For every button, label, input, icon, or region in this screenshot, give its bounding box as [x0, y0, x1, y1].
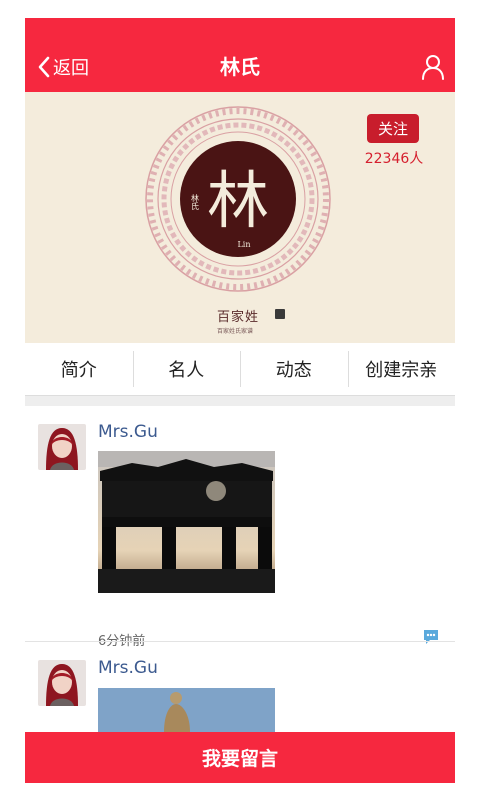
tab-celebrities[interactable]: 名人	[132, 343, 241, 395]
nav-bar: 返回 林氏	[25, 18, 455, 92]
brand-subtitle: 百家姓氏家谱	[217, 328, 254, 335]
feed-post: Mrs.Gu	[25, 406, 455, 649]
feed-post: Mrs.Gu	[25, 642, 455, 732]
app-screen: 返回 林氏 林 林氏 Lin 百家姓 百家姓氏家谱 关注 22346人 简介 名…	[25, 18, 455, 783]
brand-seal-stamp	[275, 309, 285, 319]
user-profile-button[interactable]	[421, 54, 445, 80]
tab-updates[interactable]: 动态	[240, 343, 348, 395]
follower-count: 22346人	[364, 151, 424, 167]
svg-text:林: 林	[207, 164, 269, 237]
clan-banner: 林 林氏 Lin 百家姓 百家姓氏家谱 关注 22346人	[25, 92, 455, 343]
post-photo[interactable]	[98, 451, 275, 593]
user-icon	[422, 55, 444, 80]
leave-message-button[interactable]: 我要留言	[25, 732, 455, 783]
post-author[interactable]: Mrs.Gu	[98, 658, 158, 678]
svg-text:Lin: Lin	[237, 240, 250, 249]
brand-logo: 百家姓 百家姓氏家谱	[217, 306, 285, 335]
section-gap	[25, 396, 455, 406]
post-author[interactable]: Mrs.Gu	[98, 422, 158, 442]
tab-intro[interactable]: 简介	[25, 343, 133, 395]
section-tabs: 简介 名人 动态 创建宗亲	[25, 343, 455, 396]
clan-seal-logo: 林 林氏 Lin	[145, 106, 331, 292]
page-title: 林氏	[220, 55, 260, 79]
follow-button[interactable]: 关注	[367, 114, 419, 143]
avatar[interactable]	[38, 660, 86, 706]
tab-create-clan[interactable]: 创建宗亲	[347, 343, 456, 395]
post-photo[interactable]	[98, 688, 275, 732]
brand-name: 百家姓	[217, 310, 260, 325]
avatar[interactable]	[38, 424, 86, 470]
svg-text:林氏: 林氏	[191, 193, 200, 210]
